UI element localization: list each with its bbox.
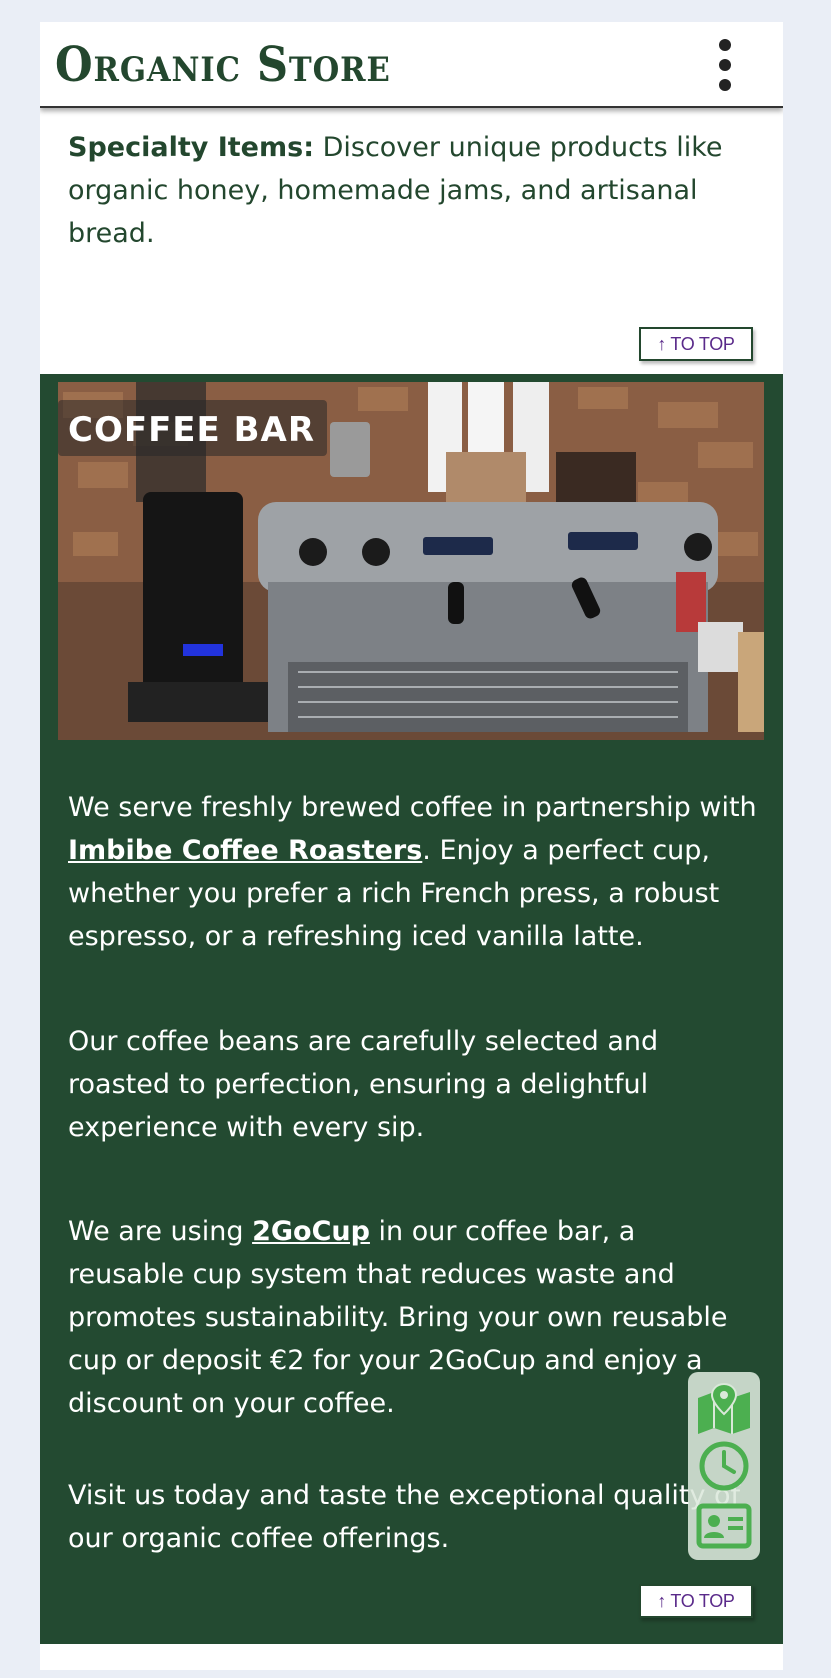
vertical-dots-icon xyxy=(719,39,731,51)
coffee-paragraph-4: Visit us today and taste the exceptional… xyxy=(68,1480,741,1554)
imbibe-coffee-link[interactable]: Imbibe Coffee Roasters xyxy=(68,835,422,866)
site-logo[interactable]: Organic Store xyxy=(55,38,391,92)
site-header: Organic Store xyxy=(40,22,783,108)
specialty-section: Specialty Items: Discover unique product… xyxy=(40,106,783,396)
page: Organic Store Specialty Items: Discover … xyxy=(40,22,783,1670)
coffee-bar-title: COFFEE BAR xyxy=(58,400,328,456)
specialty-paragraph: Specialty Items: Discover unique product… xyxy=(68,126,758,255)
coffee-paragraph-3: We are using 2GoCup in our coffee bar, a… xyxy=(68,1216,728,1419)
coffee-paragraph-1: We serve freshly brewed coffee in partne… xyxy=(68,792,757,952)
to-top-button[interactable]: ↑ TO TOP xyxy=(639,327,753,361)
menu-button[interactable] xyxy=(713,39,737,91)
coffee-bar-section: COFFEE BAR We serve freshly brewed coffe… xyxy=(40,374,783,1644)
coffee-paragraph-2: Our coffee beans are carefully selected … xyxy=(68,1026,659,1143)
contact-card-icon[interactable] xyxy=(696,1500,752,1552)
floating-action-bar xyxy=(688,1372,760,1560)
2gocup-link[interactable]: 2GoCup xyxy=(252,1216,370,1247)
clock-icon[interactable] xyxy=(696,1440,752,1492)
to-top-button[interactable]: ↑ TO TOP xyxy=(639,1584,753,1618)
espresso-machine-photo: COFFEE BAR xyxy=(58,382,764,740)
map-icon[interactable] xyxy=(696,1382,752,1434)
specialty-label: Specialty Items: xyxy=(68,132,314,163)
